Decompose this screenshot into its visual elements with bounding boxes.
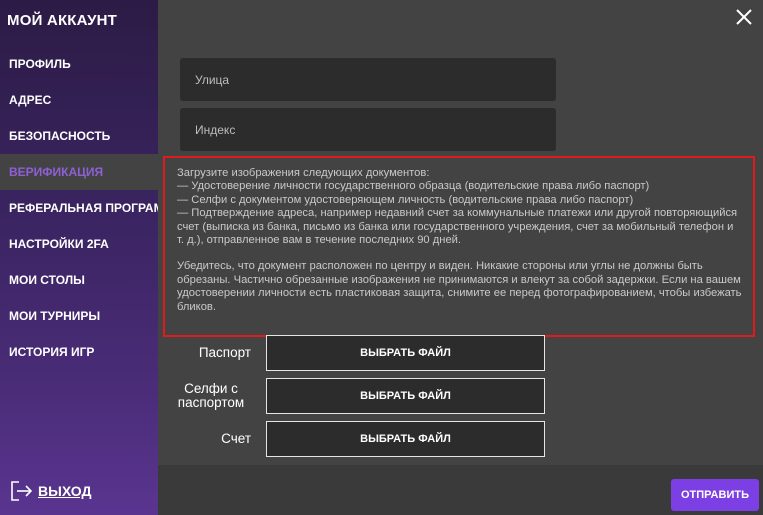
instruction-line: счет (выписка из банка, письмо из банка … (177, 220, 734, 233)
footer-bar: ОТПРАВИТЬ (158, 465, 763, 515)
sidebar-item-my-tables[interactable]: МОИ СТОЛЫ (0, 262, 158, 298)
sidebar-item-verification[interactable]: ВЕРИФИКАЦИЯ (0, 154, 158, 190)
close-icon[interactable] (735, 8, 753, 26)
sidebar-item-game-history[interactable]: ИСТОРИЯ ИГР (0, 334, 158, 370)
instruction-line: — Удостоверение личности государственног… (177, 180, 650, 193)
instruction-line: — Подтверждение адреса, например недавни… (177, 207, 738, 220)
instruction-line: т. д.), отправленное вам в течение после… (177, 234, 462, 247)
instruction-line: бликов. (177, 300, 216, 313)
street-input[interactable] (180, 58, 556, 101)
instruction-line: Убедитесь, что документ расположен по це… (177, 260, 703, 273)
instruction-line: — Селфи с документом удостоверяющем личн… (177, 193, 634, 206)
sidebar-title: МОЙ АККАУНТ (7, 12, 118, 29)
upload-row-selfie: Селфи с паспортом ВЫБРАТЬ ФАЙЛ (158, 378, 763, 414)
choose-file-bill-button[interactable]: ВЫБРАТЬ ФАЙЛ (266, 421, 545, 457)
sidebar-nav: ПРОФИЛЬ АДРЕС БЕЗОПАСНОСТЬ ВЕРИФИКАЦИЯ Р… (0, 46, 182, 370)
upload-row-bill: Счет ВЫБРАТЬ ФАЙЛ (158, 421, 763, 457)
sidebar-item-address[interactable]: АДРЕС (0, 82, 158, 118)
sidebar: МОЙ АККАУНТ ПРОФИЛЬ АДРЕС БЕЗОПАСНОСТЬ В… (0, 0, 182, 515)
sidebar-item-profile[interactable]: ПРОФИЛЬ (0, 46, 158, 82)
sidebar-item-referral[interactable]: РЕФЕРАЛЬНАЯ ПРОГРАММА (0, 190, 182, 226)
sidebar-item-my-tournaments[interactable]: МОИ ТУРНИРЫ (0, 298, 158, 334)
instruction-line: Загрузите изображения следующих документ… (177, 167, 430, 179)
verification-instructions: Загрузите изображения следующих документ… (163, 156, 755, 337)
instructions-text: Загрузите изображения следующих документ… (177, 167, 747, 314)
choose-file-passport-button[interactable]: ВЫБРАТЬ ФАЙЛ (266, 335, 545, 371)
main-panel: Загрузите изображения следующих документ… (158, 0, 763, 515)
choose-file-selfie-button[interactable]: ВЫБРАТЬ ФАЙЛ (266, 378, 545, 414)
logout-button[interactable]: ВЫХОД (9, 480, 91, 502)
instruction-line: удостоверении личности есть пластиковая … (177, 287, 742, 300)
instruction-line: обрезаны. Частично обрезанные изображени… (177, 273, 741, 286)
zip-input[interactable] (180, 108, 556, 151)
sidebar-item-2fa-settings[interactable]: НАСТРОЙКИ 2FA (0, 226, 158, 262)
logout-label: ВЫХОД (38, 483, 92, 499)
logout-icon (11, 481, 33, 501)
upload-label-passport: Паспорт (198, 345, 251, 360)
upload-row-passport: Паспорт ВЫБРАТЬ ФАЙЛ (158, 335, 763, 371)
upload-label-bill: Счет (221, 431, 251, 446)
submit-button[interactable]: ОТПРАВИТЬ (671, 479, 759, 511)
sidebar-item-security[interactable]: БЕЗОПАСНОСТЬ (0, 118, 158, 154)
upload-label-selfie: Селфи с паспортом (177, 381, 245, 410)
